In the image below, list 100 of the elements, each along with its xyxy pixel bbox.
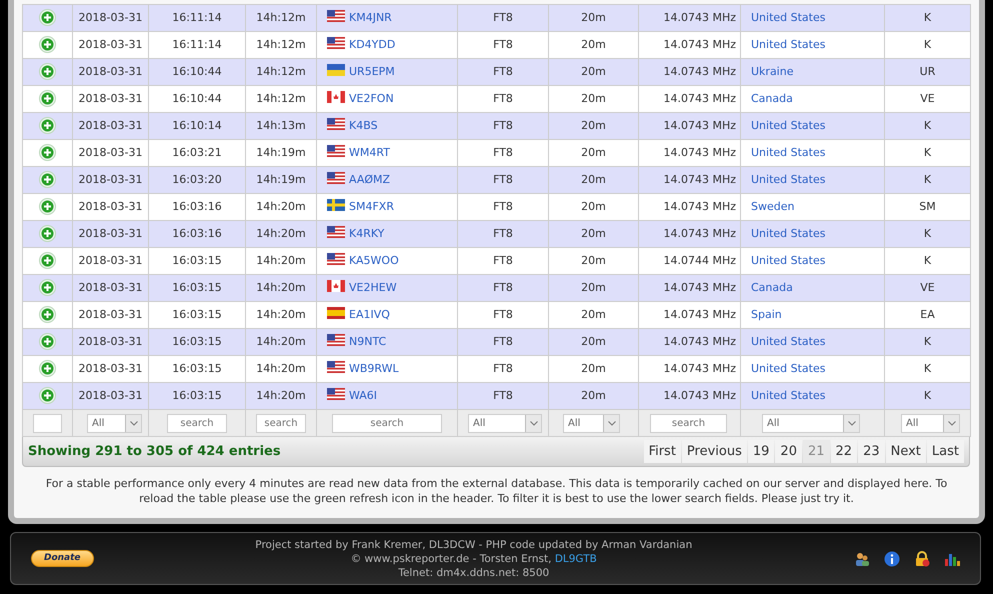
add-icon[interactable] bbox=[39, 225, 56, 242]
filter-dropdown[interactable]: All bbox=[901, 414, 960, 432]
filter-dropdown[interactable]: All bbox=[563, 414, 620, 432]
filter-field[interactable]: search bbox=[167, 414, 227, 432]
add-icon[interactable] bbox=[39, 252, 56, 270]
filter-dropdown[interactable]: All bbox=[87, 414, 142, 432]
filter-field[interactable] bbox=[33, 414, 62, 432]
table-cell: K bbox=[924, 362, 932, 375]
filter-field[interactable]: search bbox=[256, 414, 306, 432]
filter-dropdown[interactable]: All bbox=[762, 414, 860, 432]
callsign-link[interactable]: VE2HEW bbox=[349, 280, 397, 294]
table-cell: FT8 bbox=[493, 200, 513, 213]
users-icon[interactable] bbox=[854, 550, 870, 566]
callsign-link[interactable]: WM4RT bbox=[349, 146, 390, 159]
country-link[interactable]: Sweden bbox=[751, 200, 794, 213]
table-cell: 2018-03-31 bbox=[78, 334, 142, 348]
page-button[interactable]: 19 bbox=[748, 440, 774, 464]
callsign-link[interactable]: AAØMZ bbox=[349, 172, 390, 186]
page-button[interactable]: First bbox=[644, 440, 681, 464]
page-button[interactable]: Next bbox=[886, 440, 926, 464]
callsign-link[interactable]: N9NTC bbox=[349, 334, 386, 348]
table-cell: 2018-03-31 bbox=[78, 280, 142, 294]
table-cell: 2018-03-31 bbox=[78, 362, 142, 375]
add-icon[interactable] bbox=[39, 279, 56, 296]
callsign-link[interactable]: KA5WOO bbox=[349, 254, 399, 267]
page-button[interactable]: 20 bbox=[775, 440, 802, 464]
callsign-link[interactable]: SM4FXR bbox=[349, 200, 394, 213]
table-cell: 16:03:15 bbox=[172, 388, 222, 402]
lock-icon[interactable] bbox=[914, 550, 930, 566]
table-cell: K bbox=[924, 38, 932, 51]
table-cell: 14h:19m bbox=[256, 172, 306, 186]
callsign-link[interactable]: K4RKY bbox=[349, 226, 384, 240]
add-icon[interactable] bbox=[39, 360, 56, 378]
notice-text: For a stable performance only every 4 minutes are read new data from the external database. This data is temporarily cached on our server and displayed here. To reload the table please use the green refresh icon in the header. To filter it is best to use the lower search fields. Please just try it. bbox=[44, 476, 948, 506]
table-cell: 20m bbox=[581, 362, 606, 375]
canada-flag-icon bbox=[327, 90, 345, 103]
callsign-link[interactable]: K4BS bbox=[349, 118, 378, 132]
page-button[interactable]: Previous bbox=[682, 440, 747, 464]
country-link[interactable]: Canada bbox=[751, 92, 793, 105]
country-link[interactable]: Spain bbox=[751, 308, 782, 321]
table-cell: FT8 bbox=[493, 172, 513, 186]
table-cell: 20m bbox=[581, 64, 606, 78]
page-button[interactable]: 22 bbox=[830, 440, 858, 464]
callsign-link[interactable]: KD4YDD bbox=[349, 38, 396, 51]
table-cell: 20m bbox=[581, 254, 606, 267]
add-icon[interactable] bbox=[39, 333, 56, 350]
table-cell: 16:10:44 bbox=[172, 92, 222, 105]
table-cell: FT8 bbox=[493, 92, 513, 105]
table-cell: K bbox=[924, 10, 932, 24]
table-cell: 14.0743 MHz bbox=[663, 280, 736, 294]
add-icon[interactable] bbox=[39, 171, 56, 188]
table-cell: FT8 bbox=[493, 10, 513, 24]
add-icon[interactable] bbox=[39, 144, 56, 162]
filter-dropdown[interactable]: All bbox=[468, 414, 542, 432]
add-icon[interactable] bbox=[39, 90, 56, 108]
page-button[interactable]: Last bbox=[926, 440, 964, 464]
page-button[interactable]: 23 bbox=[858, 440, 885, 464]
country-link[interactable]: Ukraine bbox=[751, 64, 794, 78]
callsign-link[interactable]: KM4JNR bbox=[349, 10, 392, 24]
table-cell: 16:03:15 bbox=[172, 254, 222, 267]
add-icon[interactable] bbox=[39, 36, 56, 54]
add-icon[interactable] bbox=[39, 387, 56, 404]
author-link[interactable]: DL9GTB bbox=[554, 552, 597, 564]
us-flag-icon bbox=[327, 10, 345, 22]
donate-button[interactable]: Donate bbox=[31, 550, 94, 568]
add-icon[interactable] bbox=[39, 63, 56, 80]
callsign-link[interactable]: WB9RWL bbox=[349, 362, 399, 375]
table-cell: 16:03:16 bbox=[172, 200, 222, 213]
table-cell: K bbox=[924, 146, 932, 159]
copyright-text: © www.pskreporter.de - Torsten Ernst, bbox=[350, 552, 552, 564]
info-icon[interactable] bbox=[884, 550, 900, 566]
add-icon[interactable] bbox=[39, 306, 56, 324]
table-cell: 16:10:44 bbox=[172, 64, 222, 78]
add-icon[interactable] bbox=[39, 198, 56, 216]
table-cell: 14.0743 MHz bbox=[663, 92, 736, 105]
credits-text: Project started by Frank Kremer, DL3DCW - PHP code updated by Arman Vardanian bbox=[254, 538, 694, 552]
add-icon[interactable] bbox=[39, 9, 56, 26]
callsign-link[interactable]: VE2FON bbox=[349, 92, 394, 105]
callsign-link[interactable]: WA6I bbox=[349, 388, 378, 402]
country-link[interactable]: Canada bbox=[751, 280, 793, 294]
table-cell: 14.0743 MHz bbox=[663, 200, 736, 213]
filter-field[interactable]: search bbox=[332, 414, 442, 432]
table-cell: 16:03:15 bbox=[172, 308, 222, 321]
add-icon[interactable] bbox=[39, 117, 56, 134]
table-cell: 14.0743 MHz bbox=[663, 64, 736, 78]
chevron-down-icon bbox=[848, 420, 856, 426]
callsign-link[interactable]: UR5EPM bbox=[349, 64, 395, 78]
table-cell: 20m bbox=[581, 172, 606, 186]
callsign-link[interactable]: EA1IVQ bbox=[349, 308, 390, 321]
table-cell: 2018-03-31 bbox=[78, 146, 142, 159]
table-cell: 20m bbox=[581, 118, 606, 132]
table-cell: 14h:13m bbox=[256, 118, 306, 132]
filter-field[interactable]: search bbox=[650, 414, 727, 432]
table-cell: 2018-03-31 bbox=[78, 254, 142, 267]
table-cell: 14.0743 MHz bbox=[663, 226, 736, 240]
table-cell: 14h:12m bbox=[256, 38, 306, 51]
us-flag-icon bbox=[327, 360, 345, 373]
table-cell: FT8 bbox=[493, 254, 513, 267]
chevron-down-icon bbox=[608, 420, 616, 426]
table-cell: 16:03:15 bbox=[172, 334, 222, 348]
